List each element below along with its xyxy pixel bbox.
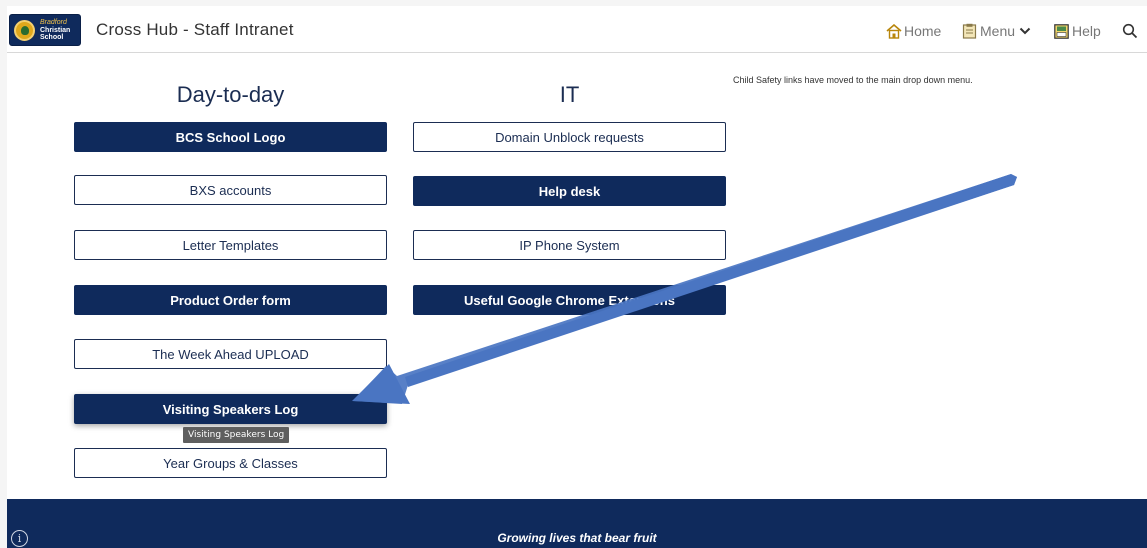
search-button[interactable]: [1122, 21, 1140, 41]
logo-text: Bradford Christian School: [40, 19, 71, 41]
nav-help-label: Help: [1072, 23, 1101, 39]
heading-day-to-day: Day-to-day: [176, 82, 285, 107]
tooltip: Visiting Speakers Log: [183, 427, 290, 443]
tree-badge-icon: [14, 20, 35, 41]
site-title: Cross Hub - Staff Intranet: [96, 20, 294, 39]
nav-menu[interactable]: Menu: [962, 21, 1031, 41]
nav-help[interactable]: Help: [1054, 21, 1101, 41]
top-header: Bradford Christian School Cross Hub - St…: [7, 6, 1147, 53]
search-icon: [1122, 23, 1138, 39]
nav-home[interactable]: Home: [886, 21, 941, 41]
visiting-speakers-log-button[interactable]: Visiting Speakers Log: [74, 394, 387, 424]
nav-menu-label: Menu: [980, 23, 1016, 39]
ip-phone-system-button[interactable]: IP Phone System: [413, 230, 726, 260]
bcs-school-logo-button[interactable]: BCS School Logo: [74, 122, 387, 152]
chevron-down-icon: [1019, 26, 1031, 36]
help-book-icon: [1054, 23, 1069, 39]
footer-tagline: Growing lives that bear fruit: [497, 531, 657, 545]
week-ahead-upload-button[interactable]: The Week Ahead UPLOAD: [74, 339, 387, 369]
home-icon: [886, 23, 902, 39]
nav-home-label: Home: [904, 23, 942, 39]
product-order-form-button[interactable]: Product Order form: [74, 285, 387, 315]
year-groups-classes-button[interactable]: Year Groups & Classes: [74, 448, 387, 478]
footer: i Growing lives that bear fruit: [7, 499, 1147, 548]
letter-templates-button[interactable]: Letter Templates: [74, 230, 387, 260]
useful-chrome-extensions-button[interactable]: Useful Google Chrome Extentions: [413, 285, 726, 315]
help-desk-button[interactable]: Help desk: [413, 176, 726, 206]
heading-it: IT: [559, 82, 580, 107]
clipboard-icon: [962, 23, 977, 39]
child-safety-notice: Child Safety links have moved to the mai…: [733, 75, 973, 85]
page: Bradford Christian School Cross Hub - St…: [7, 6, 1147, 548]
domain-unblock-requests-button[interactable]: Domain Unblock requests: [413, 122, 726, 152]
school-logo[interactable]: Bradford Christian School: [9, 14, 81, 46]
bxs-accounts-button[interactable]: BXS accounts: [74, 175, 387, 205]
